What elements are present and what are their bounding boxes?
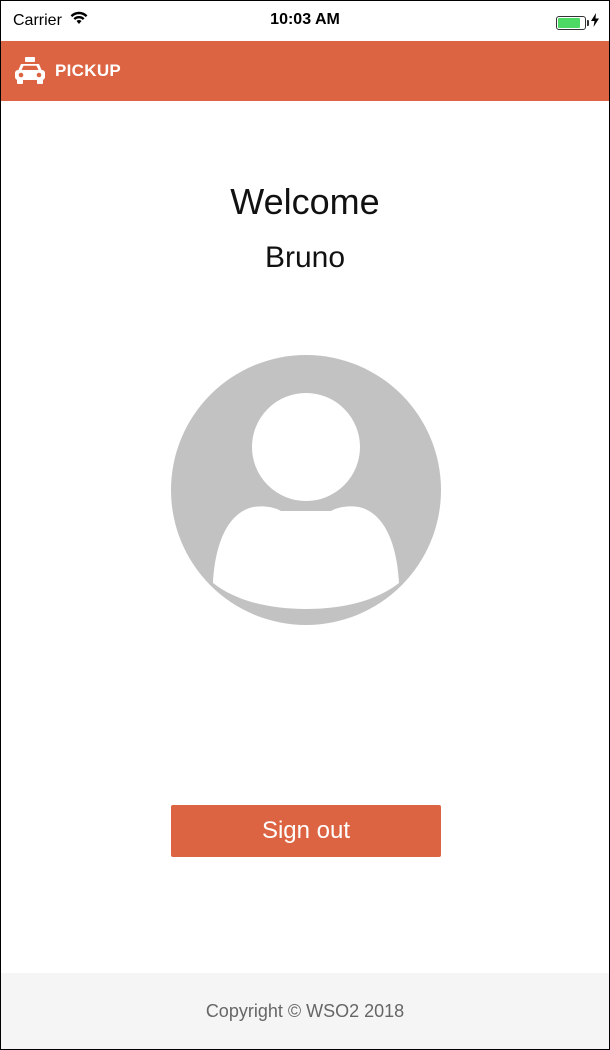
user-name: Bruno: [264, 241, 346, 274]
status-time: 10:03 AM: [270, 11, 340, 28]
user-avatar-icon: [171, 355, 441, 625]
copyright-text: Copyright © WSO2 2018: [205, 1000, 405, 1021]
charging-bolt-icon: [591, 13, 599, 32]
app-header: PICKUP: [1, 41, 609, 101]
battery-fill: [558, 17, 581, 28]
app-screen: Carrier 10:03 AM PICKUP Welcome Bruno Si…: [0, 0, 610, 1050]
app-title: PICKUP: [55, 61, 122, 80]
taxi-icon: [13, 56, 47, 86]
footer: Copyright © WSO2 2018: [1, 973, 609, 1049]
sign-out-button[interactable]: Sign out: [171, 805, 441, 857]
status-bar: Carrier 10:03 AM: [1, 1, 609, 41]
welcome-title: Welcome: [230, 181, 380, 222]
status-right: [556, 13, 599, 32]
battery-icon: [556, 15, 589, 30]
